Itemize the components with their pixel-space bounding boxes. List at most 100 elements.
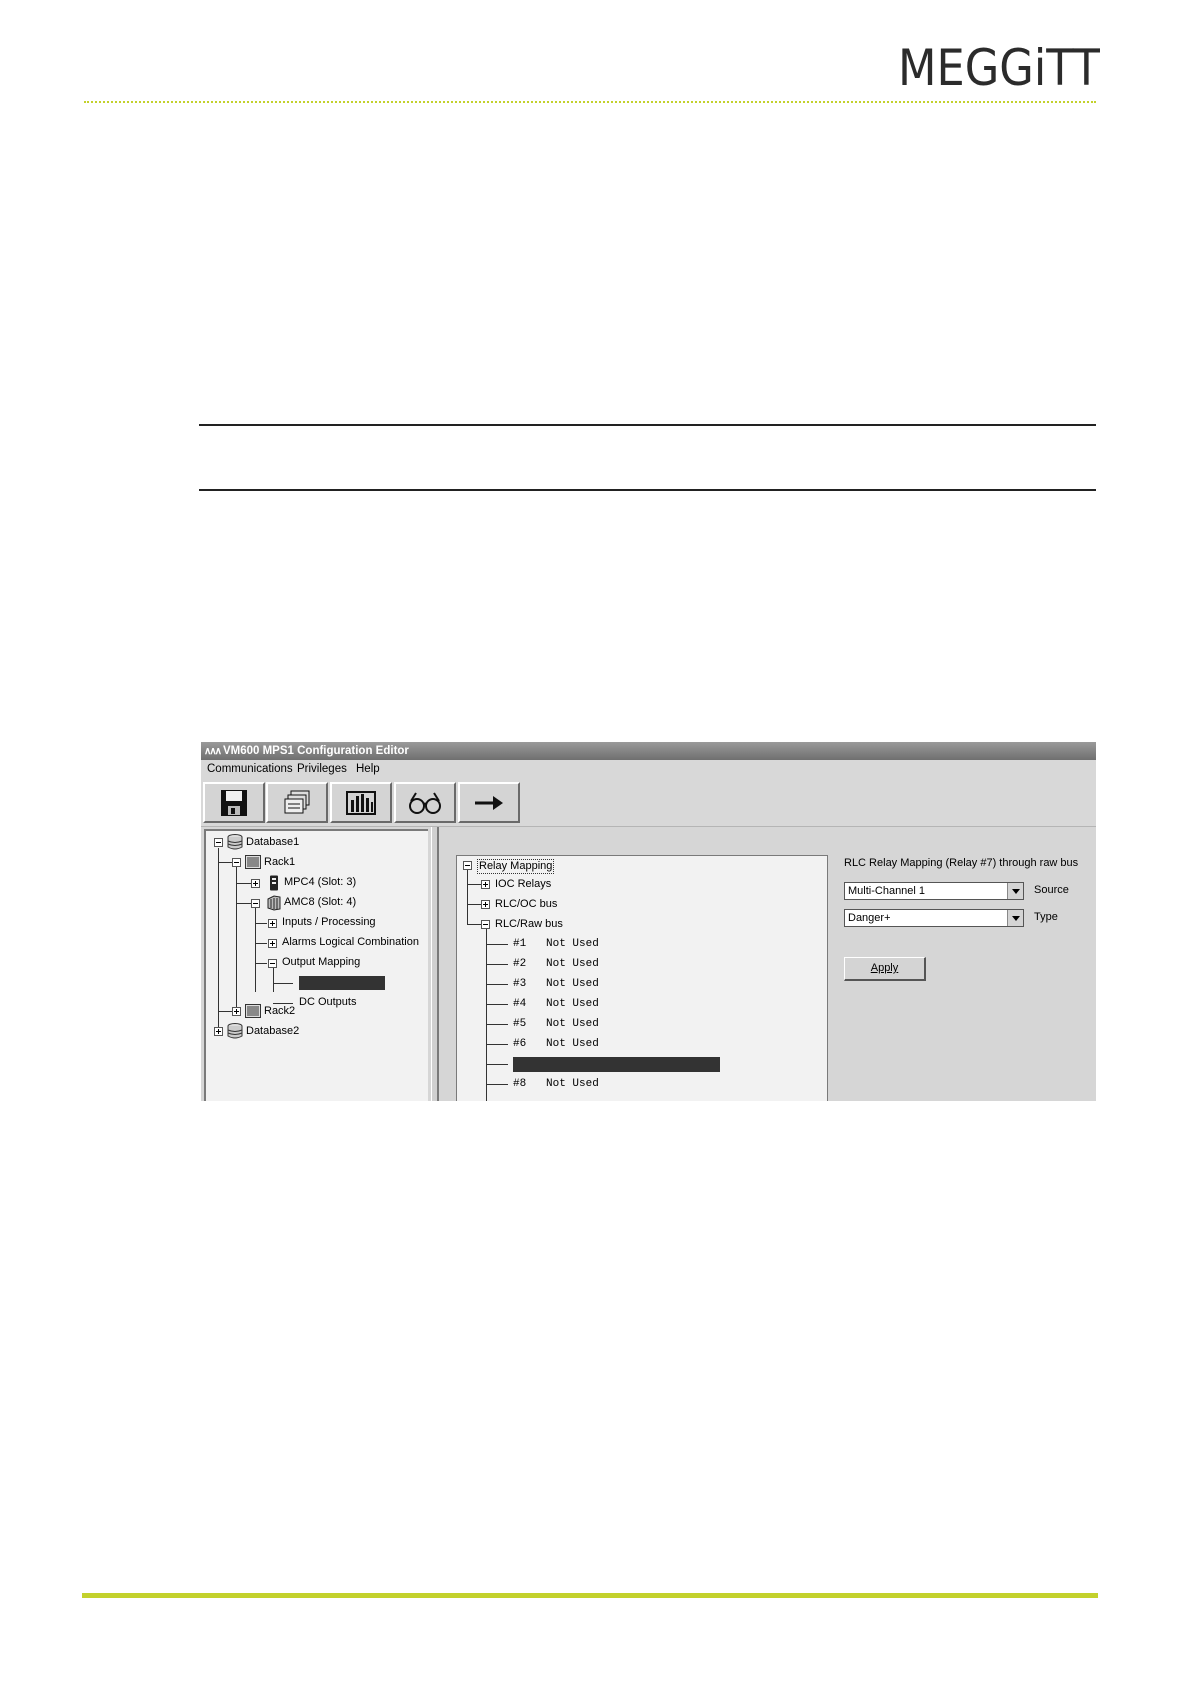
expand-toggle[interactable] [481,900,490,909]
svg-text:MEGGiTT: MEGGiTT [898,44,1100,90]
type-label: Type [1034,911,1058,923]
chevron-down-icon[interactable] [1007,910,1023,926]
collapse-toggle[interactable] [463,861,472,870]
panel-splitter[interactable] [431,827,439,1101]
source-label: Source [1034,884,1069,896]
save-button[interactable] [203,782,265,823]
collapse-toggle[interactable] [232,858,241,867]
expand-toggle[interactable] [268,939,277,948]
collapse-toggle[interactable] [268,959,277,968]
tree-line [486,964,508,965]
expand-toggle[interactable] [268,919,277,928]
config-tree-panel[interactable]: Database1 Rack1 MPC4 (Slot: 3) AMC8 (Slo… [204,829,428,1101]
apply-button[interactable]: Apply [844,957,926,981]
title-bar: ∧∧∧ VM600 MPS1 Configuration Editor [201,742,1096,760]
source-select-value: Multi-Channel 1 [848,885,926,897]
tree-line [255,963,267,964]
relay-row[interactable]: #5 Not Used [513,1018,599,1031]
menu-help[interactable]: Help [356,763,380,775]
tree-rlc-raw-bus[interactable]: RLC/Raw bus [495,918,563,931]
relay-row[interactable]: #8 Not Used [513,1078,599,1091]
header-dotted-divider [84,101,1096,103]
tree-database2[interactable]: Database2 [246,1025,299,1038]
tree-dc-outputs[interactable]: DC Outputs [299,996,356,1009]
tree-line [486,1024,508,1025]
save-icon [221,789,247,816]
relay-row[interactable]: #1 Not Used [513,938,599,951]
database-icon [227,1023,243,1039]
relay-row[interactable]: #2 Not Used [513,958,599,971]
tree-line [467,924,481,925]
expand-toggle[interactable] [251,879,260,888]
tree-line [255,943,267,944]
tree-rack2[interactable]: Rack2 [264,1005,295,1018]
tree-line [273,983,293,984]
relay-mapping-heading: RLC Relay Mapping (Relay #7) through raw… [844,857,1079,869]
card-icon [270,875,278,891]
tree-line [236,867,237,1010]
rack-icon [245,1004,261,1018]
tree-line [467,884,481,885]
rack-icon [346,790,376,815]
tree-alarms-logical-combination[interactable]: Alarms Logical Combination [282,936,419,949]
tree-line [218,848,219,1028]
redacted-relay-row[interactable] [513,1057,720,1072]
tree-database1[interactable]: Database1 [246,836,299,849]
tree-line [486,1064,508,1065]
cards-icon [284,790,310,813]
type-select[interactable]: Danger+ [844,909,1024,927]
tree-inputs-processing[interactable]: Inputs / Processing [282,916,376,929]
relay-mapping-tree[interactable]: Relay Mapping IOC Relays RLC/OC bus RLC/… [456,855,828,1101]
note-rule-top [199,424,1096,426]
tree-line [273,1003,293,1004]
tree-relay-mapping[interactable]: Relay Mapping [477,859,555,874]
redacted-tree-item[interactable] [299,976,385,990]
menu-communications[interactable]: Communications [207,763,293,775]
tree-line [255,908,256,992]
toolbar [201,780,1096,827]
tree-output-mapping[interactable]: Output Mapping [282,956,360,969]
tree-mpc4[interactable]: MPC4 (Slot: 3) [284,876,356,889]
tree-line [236,903,252,904]
chevron-down-icon[interactable] [1007,883,1023,899]
tree-line [486,1084,508,1085]
tree-line [236,883,252,884]
note-rule-bottom [199,489,1096,491]
menu-bar: Communications Privileges Help [201,760,1096,780]
collapse-toggle[interactable] [251,899,260,908]
config-editor-window: ∧∧∧ VM600 MPS1 Configuration Editor Commu… [201,742,1096,1101]
menu-privileges[interactable]: Privileges [297,763,347,775]
monitor-button[interactable] [394,782,456,823]
type-select-value: Danger+ [848,912,891,924]
collapse-toggle[interactable] [481,920,490,929]
cards-button[interactable] [266,782,328,823]
window-title: VM600 MPS1 Configuration Editor [222,745,409,757]
rack-button[interactable] [330,782,392,823]
footer-divider [82,1593,1098,1598]
card-icon [267,895,281,911]
expand-toggle[interactable] [214,1027,223,1036]
tree-line [486,984,508,985]
relay-row[interactable]: #6 Not Used [513,1038,599,1051]
tree-line [467,869,468,925]
expand-toggle[interactable] [232,1007,241,1016]
glasses-icon [409,791,441,814]
relay-row[interactable]: #3 Not Used [513,978,599,991]
collapse-toggle[interactable] [214,838,223,847]
tree-line [486,944,508,945]
expand-toggle[interactable] [481,880,490,889]
tree-line [486,1044,508,1045]
go-button[interactable] [458,782,520,823]
tree-ioc-relays[interactable]: IOC Relays [495,878,551,891]
tree-amc8[interactable]: AMC8 (Slot: 4) [284,896,356,909]
tree-rlc-oc-bus[interactable]: RLC/OC bus [495,898,557,911]
tree-line [486,1004,508,1005]
app-icon: ∧∧∧ [204,746,222,757]
tree-line [486,929,487,1101]
tree-rack1[interactable]: Rack1 [264,856,295,869]
tree-line [255,923,267,924]
relay-row[interactable]: #4 Not Used [513,998,599,1011]
source-select[interactable]: Multi-Channel 1 [844,882,1024,900]
meggitt-logo: MEGGiTT [898,44,1100,90]
tree-line [467,904,481,905]
